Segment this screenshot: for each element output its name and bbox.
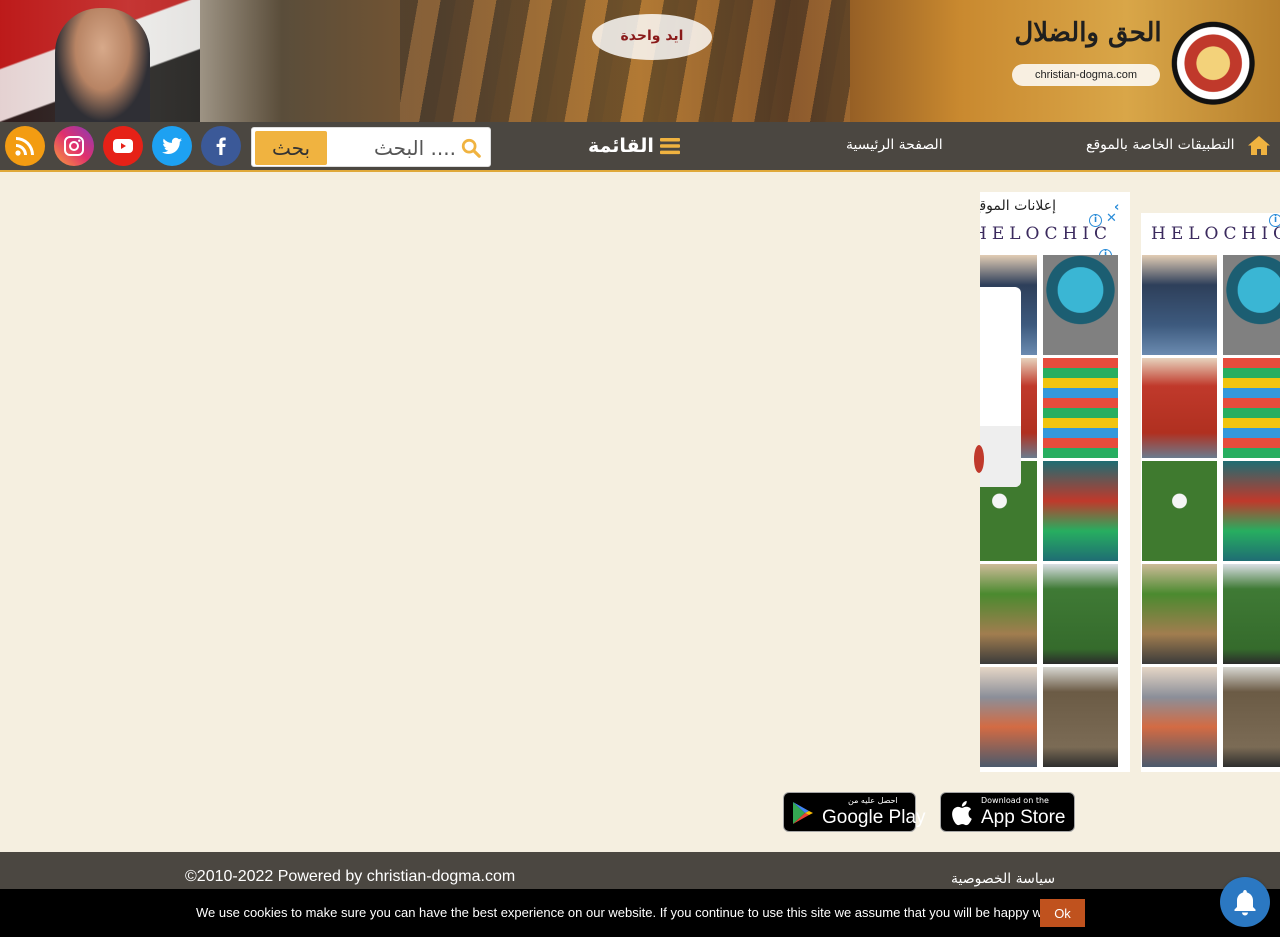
cookie-consent-bar: We use cookies to make sure you can have… [0,889,1280,937]
home-icon[interactable] [1247,134,1271,156]
ad-overlay-card [974,287,1021,487]
nav-link-home-page[interactable]: الصفحة الرئيسية [846,137,943,153]
ad-product-image[interactable] [980,667,1037,767]
main-navbar: بحث القائمة الصفحة الرئيسية التطبيقات ال… [0,122,1280,172]
instagram-icon [64,136,84,156]
twitter-link[interactable] [152,126,192,166]
ad-product-image[interactable] [1223,667,1280,767]
nav-link-apps[interactable]: التطبيقات الخاصة بالموقع [1086,137,1235,153]
ad-product-image[interactable] [1142,358,1217,458]
site-footer: ©2010-2022 Powered by christian-dogma.co… [0,852,1280,889]
ad-brand-logo: HELOCHIC [1151,224,1280,244]
ad-product-image[interactable] [1142,461,1217,561]
ad-info-icon[interactable]: i [1089,214,1102,227]
ad-panel-right[interactable]: HELOCHIC i [1141,213,1280,772]
ad-overlay-footer [980,426,1021,487]
youtube-link[interactable] [103,126,143,166]
facebook-link[interactable] [201,126,241,166]
bell-icon [1234,890,1256,916]
menu-toggle[interactable]: القائمة [588,132,680,160]
facebook-icon [216,137,226,155]
ad-info-icon[interactable]: i [1269,214,1280,227]
footer-link-privacy[interactable]: سياسة الخصوصية [951,871,1055,887]
portrait-image [55,8,150,122]
app-store-big-text: App Store [981,807,1066,828]
header-banner[interactable]: ايد واحدة الحق والضلال christian-dogma.c… [0,0,1280,122]
ad-product-image[interactable] [1043,667,1118,767]
cookie-ok-button[interactable]: Ok [1040,899,1085,927]
menu-label: القائمة [588,135,654,157]
google-play-badge[interactable]: احصل عليه من Google Play [783,792,926,832]
ad-product-image[interactable] [1043,564,1118,664]
google-play-big-text: Google Play [822,807,926,828]
rss-link[interactable] [5,126,45,166]
search-form: بحث [251,127,491,167]
cookie-consent-text: We use cookies to make sure you can have… [196,905,1070,920]
site-logo-title: الحق والضلال [1014,18,1162,48]
app-store-small-text: Download on the [981,796,1049,805]
ad-product-image[interactable] [1223,461,1280,561]
twitter-icon [162,137,182,154]
ad-product-image[interactable] [1223,255,1280,355]
ad-brand-logo: HELOCHIC [980,224,1113,244]
google-play-small-text: احصل عليه من [848,796,898,805]
ad-product-image[interactable] [1043,255,1118,355]
ad-product-image[interactable] [1223,564,1280,664]
youtube-icon [113,139,133,153]
hamburger-icon [659,138,680,155]
google-play-icon [793,802,813,824]
banner-slogan: ايد واحدة [592,14,712,60]
rss-icon [15,137,34,156]
notification-bell-button[interactable] [1220,877,1270,927]
ad-product-image[interactable] [1142,255,1217,355]
search-icon [461,138,481,158]
ad-product-image[interactable] [1142,564,1217,664]
ad-product-image[interactable] [1043,358,1118,458]
ad-product-image[interactable] [1142,667,1217,767]
search-button[interactable]: بحث [255,131,327,165]
ad-product-image[interactable] [980,564,1037,664]
ad-product-image[interactable] [1043,461,1118,561]
instagram-link[interactable] [54,126,94,166]
ad-overlay-dot [974,445,984,473]
ad-panel-title: إعلانات الموقع [980,198,1057,214]
apple-icon [952,801,972,826]
ad-product-image[interactable] [1223,358,1280,458]
site-logo-emblem [1170,20,1266,116]
ad-close-icon[interactable]: ✕ [1106,211,1117,226]
app-store-badge[interactable]: Download on the App Store [940,792,1075,832]
site-logo-url: christian-dogma.com [1012,64,1160,86]
search-input[interactable] [330,131,456,165]
footer-copyright: ©2010-2022 Powered by christian-dogma.co… [185,868,516,885]
